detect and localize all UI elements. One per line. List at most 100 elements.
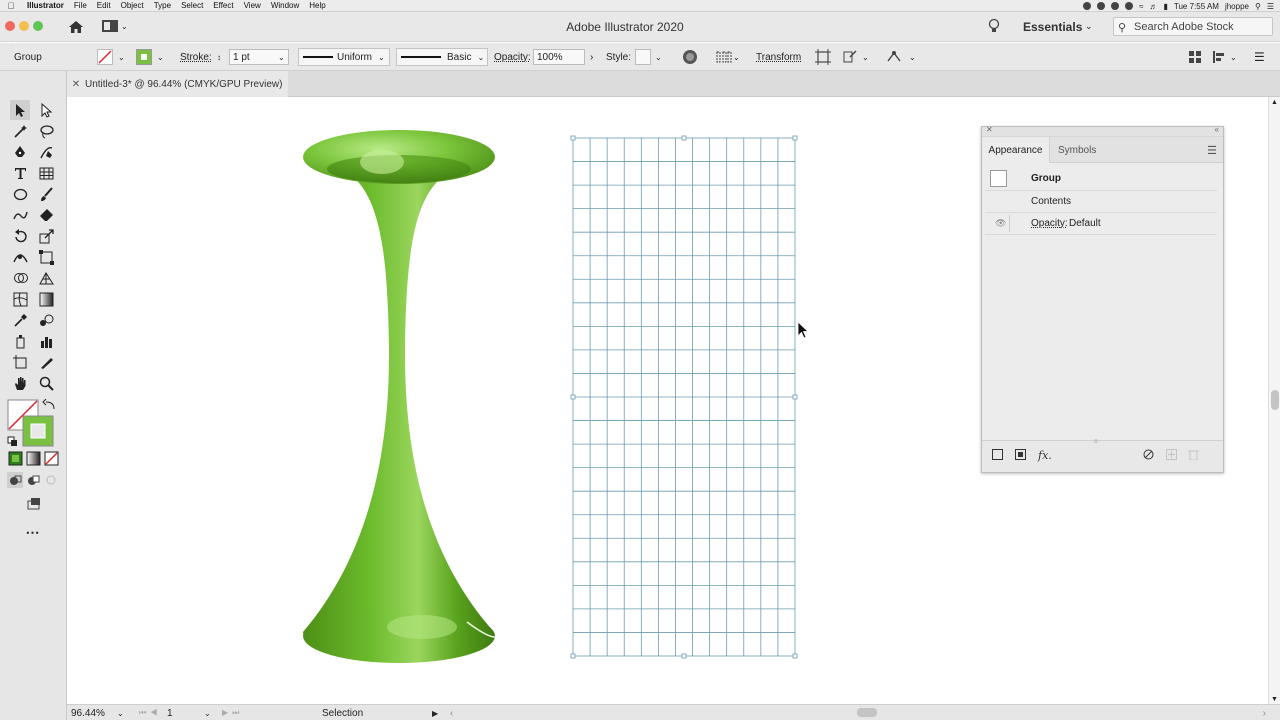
status-icon[interactable] xyxy=(1125,2,1134,10)
table-grid-tool-icon[interactable] xyxy=(36,163,56,183)
chevron-right-icon[interactable]: › xyxy=(590,43,593,71)
status-menu-arrow-icon[interactable]: ▶ xyxy=(432,705,438,721)
menu-illustrator[interactable]: Illustrator xyxy=(22,1,69,10)
chevron-down-icon[interactable]: ⌄ xyxy=(862,43,869,71)
scroll-down-icon[interactable]: ▼ xyxy=(1271,696,1278,703)
tab-appearance[interactable]: Appearance xyxy=(982,137,1050,163)
variable-width-profile[interactable]: Uniform ⌄ xyxy=(298,48,390,66)
chevron-down-icon[interactable]: ⌄ xyxy=(118,43,125,71)
shape-builder-icon[interactable] xyxy=(10,268,30,288)
clear-appearance-icon[interactable] xyxy=(1143,449,1154,463)
shaper-tool-icon[interactable] xyxy=(10,205,30,225)
scroll-left-icon[interactable]: ‹ xyxy=(450,705,453,721)
wifi-icon[interactable]: ≈ xyxy=(1139,2,1143,11)
blend-tool-icon[interactable] xyxy=(36,310,56,330)
slice-tool-icon[interactable] xyxy=(36,352,56,372)
fill-stroke-swatches[interactable] xyxy=(7,398,61,449)
rotate-tool-icon[interactable] xyxy=(10,226,30,246)
opacity-value[interactable]: 100% xyxy=(533,49,585,65)
vase-artwork[interactable] xyxy=(303,130,496,663)
menu-edit[interactable]: Edit xyxy=(92,1,116,10)
gradient-tool-icon[interactable] xyxy=(36,289,56,309)
close-icon[interactable]: ✕ xyxy=(986,125,993,134)
scrollbar-thumb[interactable] xyxy=(1271,390,1279,410)
opacity-field[interactable]: 100% xyxy=(533,43,585,71)
change-screen-mode-icon[interactable] xyxy=(23,494,43,514)
chevron-down-icon[interactable]: ⌄ xyxy=(733,43,740,71)
puppet-warp-icon[interactable] xyxy=(886,43,902,71)
zoom-tool-icon[interactable] xyxy=(36,373,56,393)
add-new-stroke-icon[interactable] xyxy=(992,449,1003,463)
align-panel-icon[interactable] xyxy=(1212,43,1228,71)
direct-selection-tool-icon[interactable] xyxy=(36,100,56,120)
apple-icon[interactable]:  xyxy=(0,1,22,11)
draw-inside-icon[interactable] xyxy=(43,472,59,488)
curvature-tool-icon[interactable] xyxy=(36,142,56,162)
trash-icon[interactable] xyxy=(1188,449,1199,463)
chevron-down-icon[interactable]: ⌄ xyxy=(909,43,916,71)
menu-window[interactable]: Window xyxy=(266,1,304,10)
free-transform-icon[interactable] xyxy=(36,247,56,267)
column-graph-icon[interactable] xyxy=(36,331,56,351)
collapse-icon[interactable]: « xyxy=(1215,125,1219,134)
panel-menu-icon[interactable]: ☰ xyxy=(1254,43,1265,71)
draw-normal-icon[interactable] xyxy=(7,472,23,488)
workspace-label[interactable]: Essentials xyxy=(1023,20,1082,34)
draw-behind-icon[interactable] xyxy=(25,472,41,488)
status-icon[interactable] xyxy=(1097,2,1106,10)
recolor-icon[interactable] xyxy=(682,43,698,71)
chevron-down-icon[interactable]: ⌄ xyxy=(1230,43,1237,71)
status-icon[interactable] xyxy=(1111,2,1120,10)
envelope-mesh-grid[interactable] xyxy=(570,135,798,659)
chevron-down-icon[interactable]: ⌄ xyxy=(204,705,211,721)
horizontal-scroll-thumb[interactable] xyxy=(857,708,877,717)
duplicate-item-icon[interactable] xyxy=(1166,449,1177,463)
close-icon[interactable]: ✕ xyxy=(67,79,85,90)
resize-grip[interactable]: ≡ xyxy=(1094,439,1098,445)
arrange-documents-icon[interactable] xyxy=(1188,43,1202,71)
paintbrush-icon[interactable] xyxy=(36,184,56,204)
stepper-icon[interactable]: ↕ xyxy=(217,43,221,71)
opacity-attr-label[interactable]: Opacity: xyxy=(1031,218,1068,229)
creative-cloud-icon[interactable] xyxy=(1083,2,1092,10)
menu-object[interactable]: Object xyxy=(116,1,149,10)
artboard-tool-icon[interactable] xyxy=(10,352,30,372)
contents-row[interactable]: Contents xyxy=(985,191,1217,213)
scroll-right-icon[interactable]: › xyxy=(1263,705,1266,721)
symbol-sprayer-icon[interactable] xyxy=(10,331,30,351)
zoom-level[interactable]: 96.44% xyxy=(71,705,105,721)
menu-view[interactable]: View xyxy=(239,1,266,10)
style-swatch[interactable] xyxy=(635,43,651,71)
opacity-row[interactable]: 👁 Opacity: Default xyxy=(985,213,1217,235)
menu-file[interactable]: File xyxy=(69,1,92,10)
document-tab[interactable]: ✕ Untitled-3* @ 96.44% (CMYK/GPU Preview… xyxy=(67,71,288,97)
shape-options-icon[interactable] xyxy=(842,43,858,71)
type-tool-icon[interactable] xyxy=(10,163,30,183)
eye-visibility-icon[interactable]: 👁 xyxy=(995,218,1006,229)
vertical-scrollbar[interactable]: ▲ ▼ xyxy=(1268,97,1280,704)
appearance-object-row[interactable]: Group xyxy=(985,167,1217,191)
isolate-icon[interactable] xyxy=(815,43,831,71)
lasso-icon[interactable] xyxy=(36,121,56,141)
panel-header[interactable]: ✕ « xyxy=(982,125,1223,137)
menu-help[interactable]: Help xyxy=(304,1,330,10)
eraser-icon[interactable] xyxy=(36,205,56,225)
menu-list-icon[interactable]: ☰ xyxy=(1267,2,1274,11)
add-new-fill-icon[interactable] xyxy=(1015,449,1026,463)
stock-search-input[interactable]: ⚲ Search Adobe Stock xyxy=(1113,17,1273,36)
scroll-up-icon[interactable]: ▲ xyxy=(1271,99,1278,106)
spotlight-icon[interactable]: ⚲ xyxy=(1255,2,1261,11)
gradient-mode-icon[interactable] xyxy=(25,450,41,466)
add-effect-icon[interactable]: fx. xyxy=(1038,449,1052,462)
first-prev-artboard-icons[interactable]: ⏮◀ xyxy=(139,705,161,721)
next-last-artboard-icons[interactable]: ▶⏭ xyxy=(222,705,243,721)
battery-icon[interactable]: ▮ xyxy=(1163,2,1167,11)
stroke-color-swatch[interactable] xyxy=(136,43,152,71)
stroke-label[interactable]: Stroke: xyxy=(180,43,212,71)
volume-icon[interactable]: ♬ xyxy=(1149,2,1157,11)
clock[interactable]: Tue 7:55 AM xyxy=(1174,2,1219,11)
user-name[interactable]: jhoppe xyxy=(1225,2,1249,11)
ellipse-tool-icon[interactable] xyxy=(10,184,30,204)
tab-symbols[interactable]: Symbols xyxy=(1058,137,1096,163)
menu-effect[interactable]: Effect xyxy=(208,1,238,10)
